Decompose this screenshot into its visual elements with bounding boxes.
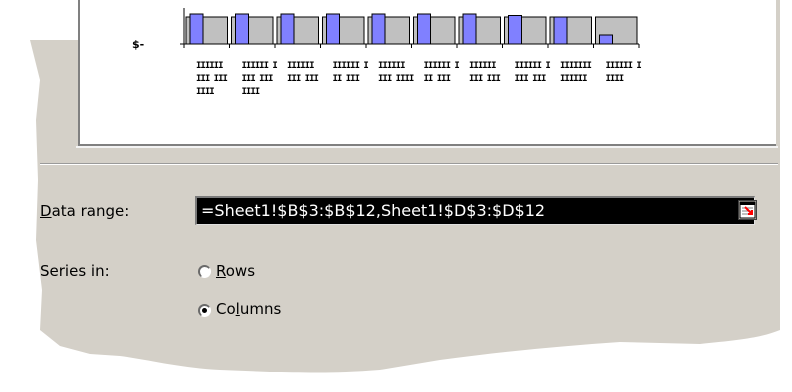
radio-selected-dot [202, 308, 207, 313]
columns-radio[interactable] [198, 304, 211, 317]
series1-bar [235, 13, 249, 45]
series1-bar [280, 13, 295, 45]
data-range-label: Data range: [40, 202, 130, 220]
data-range-value: =Sheet1!$B$3:$B$12,Sheet1!$D$3:$D$12 [201, 201, 546, 220]
category-label: IIIIII I III III [514, 61, 551, 84]
separator-highlight [40, 164, 778, 165]
series1-bar [599, 34, 613, 45]
series1-bar [371, 13, 386, 45]
category-label: IIIIII I III III IIII [241, 61, 278, 97]
category-label: IIIIII I IIII [605, 61, 642, 84]
series1-bar [417, 13, 431, 45]
collapse-dialog-button[interactable] [738, 200, 757, 220]
category-label: IIIIII III III IIII [196, 61, 228, 97]
series-in-label: Series in: [40, 262, 110, 280]
category-label: IIIIII III III [469, 61, 501, 84]
category-label: IIIIIII IIIIII [560, 61, 592, 84]
series1-bar [189, 13, 204, 45]
data-range-input[interactable]: =Sheet1!$B$3:$B$12,Sheet1!$D$3:$D$12 [195, 196, 755, 225]
rows-radio-label[interactable]: Rows [216, 262, 255, 280]
series1-bar [553, 16, 568, 45]
category-label: IIIIII I II III [332, 61, 369, 84]
rows-radio[interactable] [198, 265, 211, 278]
category-label: IIIIII III IIII [378, 61, 414, 84]
columns-radio-label[interactable]: Columns [216, 300, 281, 318]
collapse-dialog-icon [739, 201, 756, 219]
series1-bar [508, 15, 522, 45]
category-label: IIIIII III III [287, 61, 319, 84]
category-label: IIIIII I II III [423, 61, 460, 84]
series1-bar [326, 13, 340, 45]
series1-bar [462, 13, 477, 45]
